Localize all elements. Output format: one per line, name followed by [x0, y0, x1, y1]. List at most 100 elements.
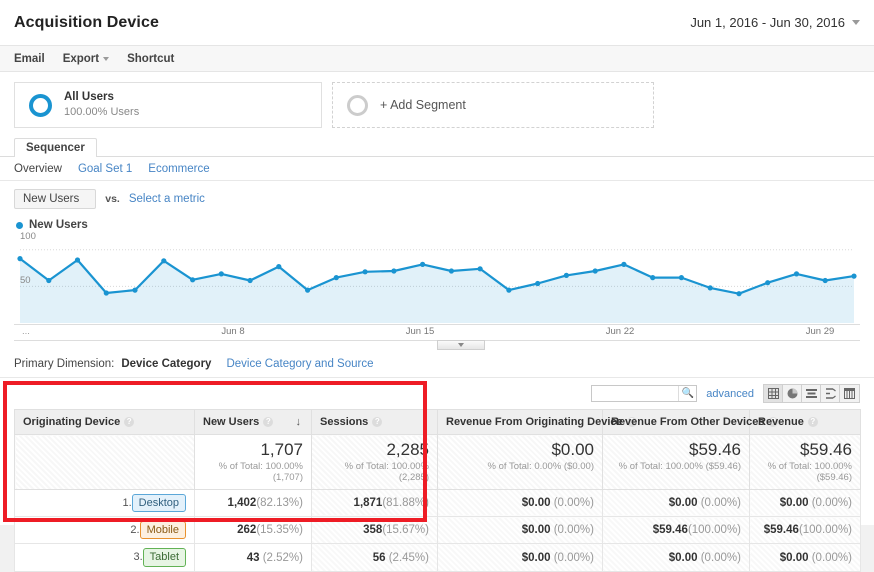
sub-navigation: Overview Goal Set 1 Ecommerce	[0, 157, 874, 181]
help-icon[interactable]: ?	[124, 417, 135, 428]
action-bar: Email Export Shortcut	[0, 46, 874, 72]
data-table-section: Originating Device? New Users? ↓ Sessions…	[0, 409, 874, 572]
metric-percent: (0.00%)	[811, 496, 852, 509]
help-icon[interactable]: ?	[372, 417, 383, 428]
primary-dimension-row: Primary Dimension: Device Category Devic…	[0, 350, 874, 378]
column-header-revenue-from-other-devices[interactable]: Revenue From Other Devices?	[602, 409, 779, 435]
device-badge-mobile[interactable]: Mobile	[139, 521, 186, 540]
summary-value: $59.46	[689, 440, 741, 459]
sort-descending-icon[interactable]: ↓	[296, 416, 302, 428]
performance-view-icon[interactable]	[802, 385, 821, 402]
metric-value: 43	[246, 551, 260, 564]
row-sessions-cell: 358(15.67%)	[311, 516, 438, 545]
metric-value: $0.00	[668, 551, 698, 564]
chart-zoom-slider[interactable]	[14, 340, 860, 350]
row-revenue-other-cell: $0.00 (0.00%)	[602, 489, 750, 518]
help-icon[interactable]: ?	[263, 417, 274, 428]
y-axis-tick-50: 50	[20, 275, 31, 286]
column-header-revenue-from-originating-device[interactable]: Revenue From Originating Device?	[437, 409, 637, 435]
column-label: Sessions	[320, 416, 369, 428]
row-revenue-cell: $59.46(100.00%)	[749, 516, 861, 545]
row-revenue-originating-cell: $0.00 (0.00%)	[437, 516, 603, 545]
row-index: 2.	[130, 524, 140, 537]
column-header-revenue[interactable]: Revenue?	[749, 409, 861, 435]
new-users-area-chart[interactable]	[14, 235, 860, 323]
chart-x-axis: ... Jun 8 Jun 15 Jun 22 Jun 29	[14, 324, 860, 340]
row-revenue-originating-cell: $0.00 (0.00%)	[437, 543, 603, 572]
subnav-item-overview[interactable]: Overview	[14, 163, 62, 175]
export-button[interactable]: Export	[63, 53, 110, 65]
row-new-users-cell: 1,402(82.13%)	[194, 489, 312, 518]
subnav-item-goal-set-1[interactable]: Goal Set 1	[78, 163, 132, 175]
metric-percent: (0.00%)	[811, 551, 852, 564]
metric-percent: (81.88%)	[382, 496, 429, 509]
summary-cell-sessions: 2,285 % of Total: 100.00% (2,285)	[311, 434, 438, 490]
comparison-view-icon[interactable]	[821, 385, 840, 402]
chart-section: New Users 100 50 ... Jun 8 Jun 15 Jun 22…	[0, 217, 874, 350]
primary-dimension-selected[interactable]: Device Category	[121, 358, 211, 370]
tab-sequencer[interactable]: Sequencer	[14, 138, 97, 157]
row-index: 3.	[133, 551, 143, 564]
title-bar: Acquisition Device Jun 1, 2016 - Jun 30,…	[0, 0, 874, 46]
primary-dimension-alt-link[interactable]: Device Category and Source	[226, 358, 373, 370]
subnav-item-ecommerce[interactable]: Ecommerce	[148, 163, 209, 175]
segment-percentage: 100.00% Users	[64, 106, 140, 119]
vs-label: vs.	[105, 193, 120, 205]
chart-plot-area[interactable]: 100 50	[14, 231, 860, 323]
metric-value: 56	[372, 551, 386, 564]
metric-percent: (0.00%)	[700, 551, 741, 564]
x-axis-tick-4: Jun 29	[805, 326, 835, 337]
summary-cell-revenue-originating: $0.00 % of Total: 0.00% ($0.00)	[437, 434, 603, 490]
table-row: 1. Desktop 1,402(82.13%) 1,871(81.88%) $0…	[14, 489, 861, 518]
column-header-new-users[interactable]: New Users? ↓	[194, 409, 312, 435]
chart-zoom-handle[interactable]	[437, 340, 485, 350]
table-row: 3. Tablet 43 (2.52%) 56 (2.45%) $0.00 (0.…	[14, 543, 861, 572]
row-device-cell: 2. Mobile	[14, 516, 195, 545]
advanced-filter-link[interactable]: advanced	[706, 388, 754, 400]
email-button-label: Email	[14, 52, 45, 65]
device-badge-desktop[interactable]: Desktop	[131, 493, 186, 513]
tab-bar: Sequencer	[0, 136, 874, 157]
metric-value: 262	[237, 524, 257, 537]
summary-subtext: % of Total: 100.00% (1,707)	[218, 460, 303, 483]
add-segment-button[interactable]: + Add Segment	[332, 82, 654, 128]
pivot-view-icon[interactable]	[840, 385, 859, 402]
select-a-metric-link[interactable]: Select a metric	[129, 193, 205, 205]
y-axis-tick-100: 100	[20, 231, 36, 242]
help-icon[interactable]: ?	[807, 417, 818, 428]
column-label: Revenue	[758, 416, 804, 428]
metric-dropdown[interactable]: New Users	[14, 189, 97, 209]
chevron-down-icon	[458, 343, 464, 347]
summary-value: $0.00	[551, 440, 594, 459]
x-axis-tick-0: ...	[22, 326, 30, 337]
primary-dimension-label: Primary Dimension:	[14, 358, 115, 370]
search-input[interactable]	[592, 387, 679, 400]
email-button[interactable]: Email	[14, 53, 45, 65]
shortcut-button[interactable]: Shortcut	[127, 53, 174, 65]
metric-percent: (100.00%)	[798, 524, 852, 537]
pie-view-icon[interactable]	[783, 385, 802, 402]
search-icon[interactable]: 🔍	[678, 386, 696, 401]
date-range-label: Jun 1, 2016 - Jun 30, 2016	[690, 15, 845, 30]
segment-all-users[interactable]: All Users 100.00% Users	[14, 82, 322, 128]
row-revenue-originating-cell: $0.00 (0.00%)	[437, 489, 603, 518]
metric-value: $0.00	[521, 496, 551, 509]
date-range-picker[interactable]: Jun 1, 2016 - Jun 30, 2016	[690, 15, 860, 30]
row-sessions-cell: 1,871(81.88%)	[311, 489, 438, 518]
column-header-originating-device[interactable]: Originating Device?	[14, 409, 195, 435]
metric-percent: (82.13%)	[256, 496, 303, 509]
column-label: New Users	[203, 416, 260, 428]
metric-percent: (0.00%)	[553, 524, 594, 537]
table-view-icon[interactable]	[764, 385, 783, 402]
metric-percent: (0.00%)	[700, 496, 741, 509]
add-segment-label: + Add Segment	[380, 98, 466, 112]
metric-percent: (0.00%)	[553, 496, 594, 509]
metric-percent: (15.35%)	[256, 524, 303, 537]
x-axis-tick-1: Jun 8	[221, 326, 245, 337]
segment-bar: All Users 100.00% Users + Add Segment	[0, 72, 874, 136]
device-badge-tablet[interactable]: Tablet	[142, 548, 186, 567]
table-search-box[interactable]: 🔍	[591, 385, 698, 402]
row-new-users-cell: 43 (2.52%)	[194, 543, 312, 572]
column-header-sessions[interactable]: Sessions?	[311, 409, 438, 435]
metric-percent: (0.00%)	[553, 551, 594, 564]
